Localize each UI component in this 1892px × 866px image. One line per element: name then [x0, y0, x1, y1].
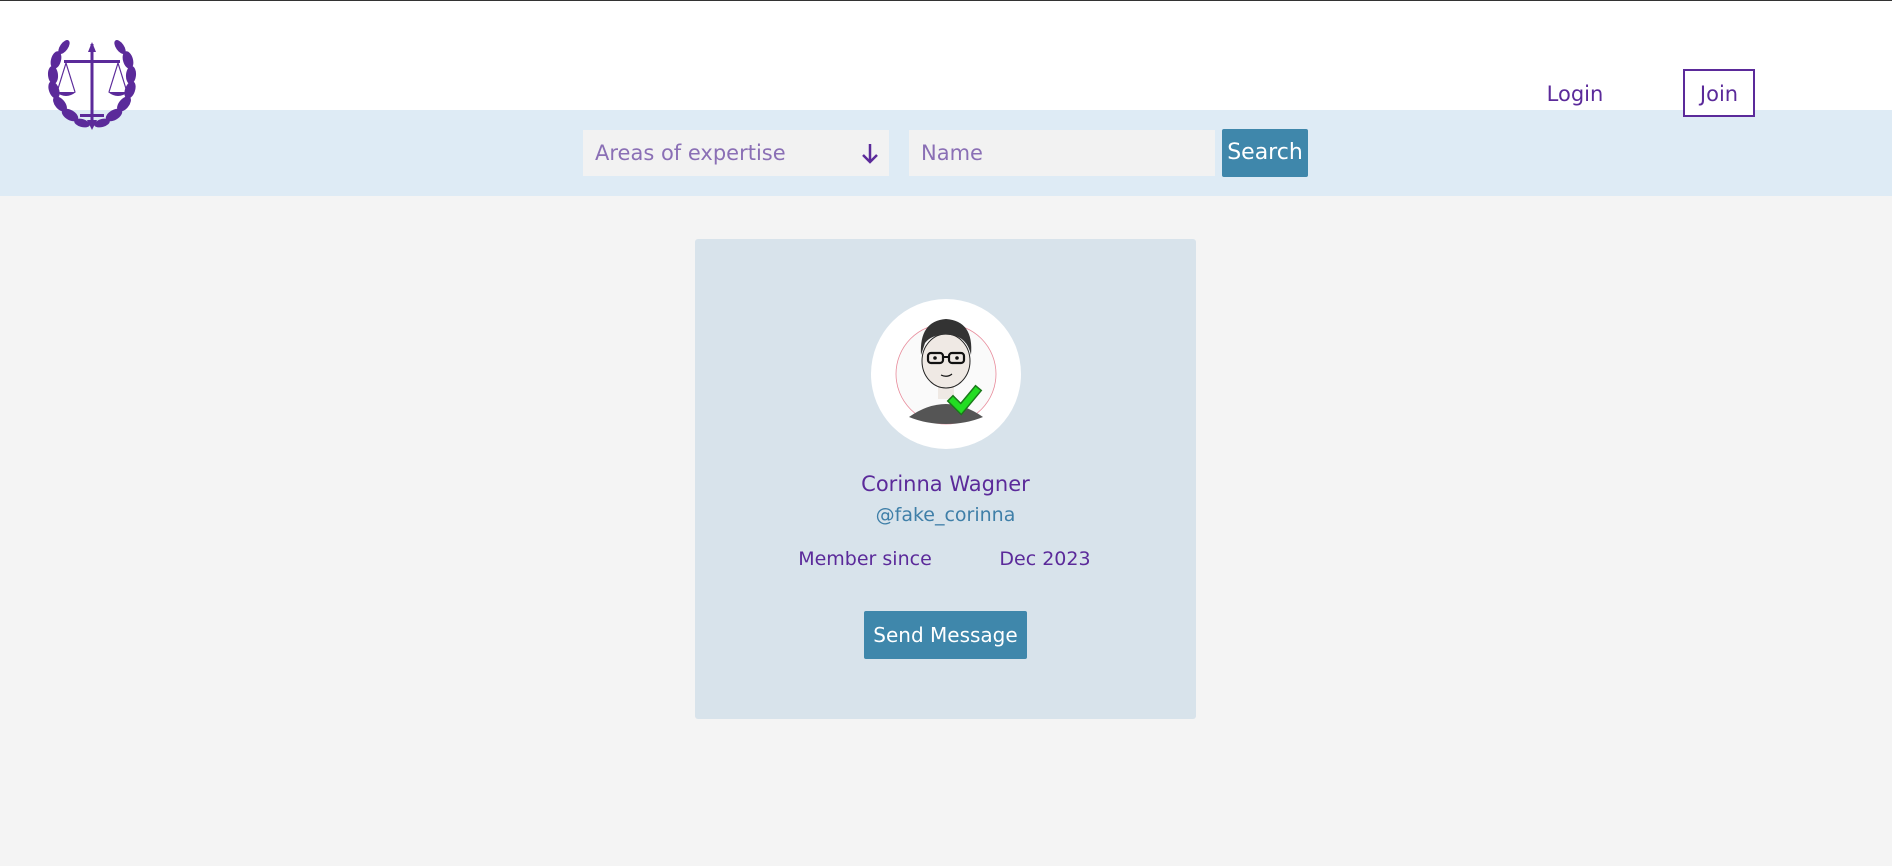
- expertise-select-placeholder: Areas of expertise: [595, 141, 786, 165]
- scales-logo-icon: [47, 40, 137, 130]
- member-since-label: Member since: [798, 548, 932, 570]
- user-avatar-icon: [895, 319, 997, 425]
- send-message-button[interactable]: Send Message: [864, 611, 1027, 659]
- profile-name: Corinna Wagner: [861, 472, 1030, 496]
- login-link[interactable]: Login: [1530, 80, 1620, 108]
- site-logo[interactable]: [44, 30, 140, 134]
- profile-handle[interactable]: @fake_corinna: [695, 502, 1196, 528]
- search-button[interactable]: Search: [1222, 129, 1308, 177]
- join-button[interactable]: Join: [1683, 69, 1755, 117]
- avatar: [871, 299, 1021, 449]
- name-search-input[interactable]: Name: [909, 130, 1215, 176]
- member-since-value: Dec 2023: [999, 548, 1091, 570]
- arrow-down-icon: [855, 130, 885, 176]
- expertise-select[interactable]: Areas of expertise: [583, 130, 889, 176]
